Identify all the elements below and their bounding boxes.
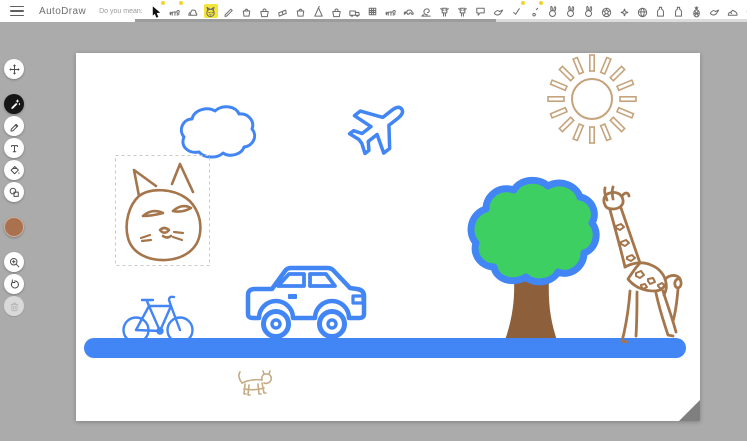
suggestion-dog[interactable] [384, 4, 398, 18]
suggestion-drawing-cursor[interactable] [150, 4, 164, 18]
select-tool[interactable] [4, 59, 24, 79]
tree-drawing[interactable] [471, 180, 596, 343]
suggestion-waffle[interactable] [366, 4, 380, 18]
sparkle-dot [179, 1, 183, 5]
type-icon [8, 142, 21, 155]
sparkle-dot [161, 1, 165, 5]
suggestion-globe[interactable] [636, 4, 650, 18]
sparkle-dot [539, 1, 543, 5]
suggestion-hamper[interactable] [330, 4, 344, 18]
move-icon [8, 63, 21, 76]
suggestion-soccer-ball[interactable] [600, 4, 614, 18]
car-drawing[interactable] [248, 268, 364, 337]
suggestion-truck[interactable] [348, 4, 362, 18]
autodraw-icon [8, 98, 21, 111]
suggestion-cat-sketch[interactable] [186, 4, 200, 18]
airplane-drawing[interactable] [343, 90, 417, 162]
draw-tool[interactable] [4, 116, 24, 136]
autodraw-tool[interactable] [4, 94, 24, 114]
bicycle-drawing[interactable] [124, 297, 193, 343]
suggestion-cake-slice[interactable] [276, 4, 290, 18]
suggestion-dot-sketch[interactable] [528, 4, 542, 18]
fill-icon [8, 164, 21, 177]
fill-tool[interactable] [4, 160, 24, 180]
suggestion-cat-face[interactable] [204, 4, 218, 18]
suggestion-animal-sketch[interactable] [168, 4, 182, 18]
suggestion-speech-bubble[interactable] [474, 4, 488, 18]
suggestion-picnic-basket[interactable] [258, 4, 272, 18]
cloud-drawing[interactable] [181, 107, 254, 157]
autodraw-app: AutoDraw Do you mean: [0, 0, 747, 441]
color-picker[interactable] [4, 217, 24, 237]
undo-icon [8, 278, 21, 291]
suggestion-bottle[interactable] [654, 4, 668, 18]
suggestion-mark-sketch[interactable] [510, 4, 524, 18]
suggestion-pineapple[interactable] [690, 4, 704, 18]
pencil-icon [8, 120, 21, 133]
shape-icon [8, 186, 21, 199]
tool-column [4, 59, 24, 316]
shape-tool[interactable] [4, 182, 24, 202]
zoom-tool[interactable] [4, 252, 24, 272]
sparkle-dot [521, 1, 525, 5]
suggestion-flower[interactable] [618, 4, 632, 18]
suggestions-scrollbar-thumb[interactable] [135, 19, 496, 22]
suggestion-car[interactable] [402, 4, 416, 18]
drawing-canvas[interactable] [76, 53, 700, 421]
app-title: AutoDraw [39, 6, 86, 17]
canvas-fold-corner[interactable] [679, 400, 700, 421]
suggestion-jar[interactable] [672, 4, 686, 18]
type-tool[interactable] [4, 138, 24, 158]
suggestion-penguin[interactable] [438, 4, 452, 18]
cat-face-sketch[interactable] [127, 164, 201, 260]
suggestion-bird[interactable] [492, 4, 506, 18]
giraffe-drawing[interactable] [604, 187, 681, 342]
suggestion-basket[interactable] [294, 4, 308, 18]
suggestion-robot[interactable] [456, 4, 470, 18]
suggestion-rabbit-sketch[interactable] [546, 4, 560, 18]
suggestion-basket[interactable] [240, 4, 254, 18]
trash-icon [8, 300, 21, 313]
zoom-icon [8, 256, 21, 269]
menu-icon[interactable] [10, 6, 24, 17]
small-cat-sketch[interactable] [239, 371, 271, 395]
suggestion-snail[interactable] [420, 4, 434, 18]
suggestion-broom[interactable] [312, 4, 326, 18]
suggestion-feather-pen[interactable] [222, 4, 236, 18]
suggestion-bird-toy[interactable] [708, 4, 722, 18]
sun-drawing[interactable] [548, 55, 636, 143]
suggestion-rabbit-face[interactable] [582, 4, 596, 18]
suggestions-scrollbar-track[interactable] [135, 19, 747, 22]
do-you-mean-label: Do you mean: [99, 8, 143, 15]
delete-button[interactable] [4, 296, 24, 316]
top-bar: AutoDraw Do you mean: [0, 0, 747, 22]
suggestion-shoe[interactable] [726, 4, 740, 18]
suggestion-rabbit[interactable] [564, 4, 578, 18]
undo-button[interactable] [4, 274, 24, 294]
